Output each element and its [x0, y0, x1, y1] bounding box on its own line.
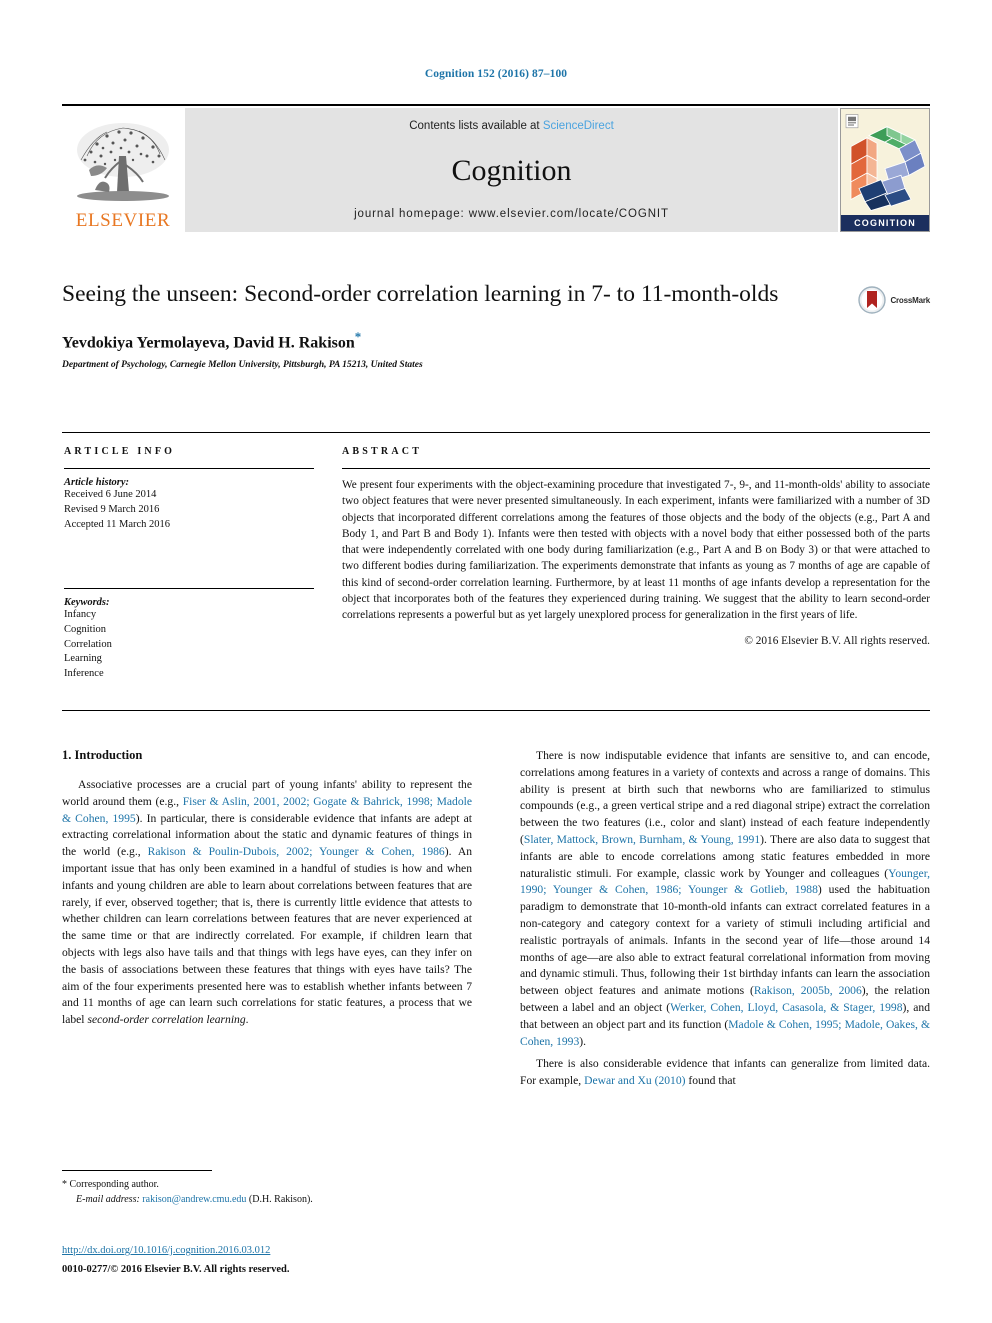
masthead-top-rule: [62, 104, 930, 106]
crossmark-icon: [858, 286, 887, 314]
email-note: E-mail address: rakison@andrew.cmu.edu (…: [62, 1193, 472, 1208]
doi-link[interactable]: http://dx.doi.org/10.1016/j.cognition.20…: [62, 1243, 492, 1259]
affiliation: Department of Psychology, Carnegie Mello…: [62, 359, 423, 370]
abstract-column: ABSTRACT We present four experiments wit…: [342, 446, 930, 647]
journal-title: Cognition: [451, 154, 572, 187]
abstract-text: We present four experiments with the obj…: [342, 479, 930, 622]
footnote-block: * Corresponding author. E-mail address: …: [62, 1170, 472, 1207]
citation-link[interactable]: Dewar and Xu (2010): [584, 1074, 685, 1087]
para-text: found that: [685, 1074, 736, 1088]
abstract-divider: [342, 468, 930, 469]
corresponding-author-text: Corresponding author.: [69, 1179, 159, 1190]
author-list: Yevdokiya Yermolayeva, David H. Rakison*: [62, 329, 930, 352]
email-owner: (D.H. Rakison).: [248, 1193, 313, 1205]
emphasis-term: second-order correlation learning: [87, 1013, 246, 1027]
journal-homepage-link[interactable]: journal homepage: www.elsevier.com/locat…: [354, 208, 669, 220]
page-title: Seeing the unseen: Second-order correlat…: [62, 281, 779, 307]
author-names: Yevdokiya Yermolayeva, David H. Rakison: [62, 333, 355, 351]
body-column-left: 1. Introduction Associative processes ar…: [62, 748, 472, 1096]
crossmark-label: CrossMark: [890, 295, 930, 305]
article-info-column: ARTICLE INFO Article history: Received 6…: [64, 446, 314, 682]
section-heading-introduction: 1. Introduction: [62, 748, 143, 762]
abstract-heading: ABSTRACT: [342, 446, 423, 457]
email-label: E-mail address:: [76, 1193, 140, 1205]
citation-link[interactable]: Rakison, 2005b, 2006: [754, 984, 862, 997]
article-history-label: Article history:: [64, 477, 130, 488]
article-body: 1. Introduction Associative processes ar…: [62, 748, 930, 1096]
elsevier-logo: ELSEVIER: [62, 108, 184, 232]
citation-link[interactable]: Slater, Mattock, Brown, Burnham, & Young…: [524, 833, 760, 846]
corresponding-author-note: * Corresponding author.: [62, 1178, 472, 1193]
keywords-label: Keywords:: [64, 596, 110, 608]
paragraph-right-1: There is now indisputable evidence that …: [520, 748, 930, 1050]
history-revised: Revised 9 March 2016: [64, 503, 160, 515]
crossmark-badge[interactable]: CrossMark: [858, 286, 930, 314]
abstract-bottom-rule: [62, 710, 930, 711]
history-accepted: Accepted 11 March 2016: [64, 518, 171, 530]
history-received: Received 6 June 2014: [64, 489, 157, 500]
article-info-heading: ARTICLE INFO: [64, 446, 176, 457]
abstract-copyright: © 2016 Elsevier B.V. All rights reserved…: [744, 635, 930, 648]
cover-journal-label: COGNITION: [841, 215, 929, 231]
keyword-item: Inference: [64, 668, 104, 680]
elsevier-tree-icon: [67, 116, 179, 211]
keyword-item: Infancy: [64, 608, 97, 620]
running-head: Cognition 152 (2016) 87–100: [424, 68, 568, 80]
footnote-rule: [62, 1170, 212, 1171]
keyword-item: Learning: [64, 653, 102, 665]
paragraph-left-1: Associative processes are a crucial part…: [62, 777, 472, 1029]
journal-band: Contents lists available at ScienceDirec…: [185, 108, 838, 232]
sciencedirect-link[interactable]: ScienceDirect: [543, 120, 614, 132]
info-top-rule: [62, 432, 930, 433]
keyword-item: Correlation: [64, 638, 112, 650]
para-text: There is now indisputable evidence that …: [520, 749, 930, 846]
doi-block: http://dx.doi.org/10.1016/j.cognition.20…: [62, 1243, 492, 1278]
journal-article-page: Cognition 152 (2016) 87–100 ELSEVIER Con…: [0, 0, 992, 1323]
paragraph-right-2: There is also considerable evidence that…: [520, 1056, 930, 1090]
citation-link[interactable]: Werker, Cohen, Lloyd, Casasola, & Stager…: [670, 1001, 902, 1014]
journal-masthead: ELSEVIER Contents lists available at Sci…: [62, 104, 930, 232]
journal-cover-thumbnail[interactable]: COGNITION: [840, 108, 930, 232]
contents-available-line: Contents lists available at ScienceDirec…: [409, 120, 614, 132]
issn-copyright-line: 0010-0277/© 2016 Elsevier B.V. All right…: [62, 1263, 290, 1275]
title-block: Seeing the unseen: Second-order correlat…: [62, 280, 930, 370]
body-column-right: There is now indisputable evidence that …: [520, 748, 930, 1096]
corresponding-author-marker: *: [354, 328, 362, 344]
para-text: ).: [579, 1034, 587, 1048]
keywords-divider: [64, 587, 314, 589]
para-text: ) used the habituation paradigm to demon…: [520, 883, 930, 998]
para-text: ). An important issue that has only been…: [62, 845, 472, 1027]
contents-prefix: Contents lists available at: [409, 120, 543, 132]
article-info-divider: [64, 468, 314, 469]
footnote-marker: *: [62, 1179, 67, 1190]
cover-artwork-icon: [841, 109, 929, 215]
email-link[interactable]: rakison@andrew.cmu.edu: [142, 1194, 246, 1205]
citation-link[interactable]: Rakison & Poulin-Dubois, 2002; Younger &…: [148, 845, 445, 858]
para-text: .: [245, 1013, 249, 1027]
elsevier-wordmark: ELSEVIER: [75, 210, 171, 231]
keyword-item: Cognition: [64, 623, 107, 635]
